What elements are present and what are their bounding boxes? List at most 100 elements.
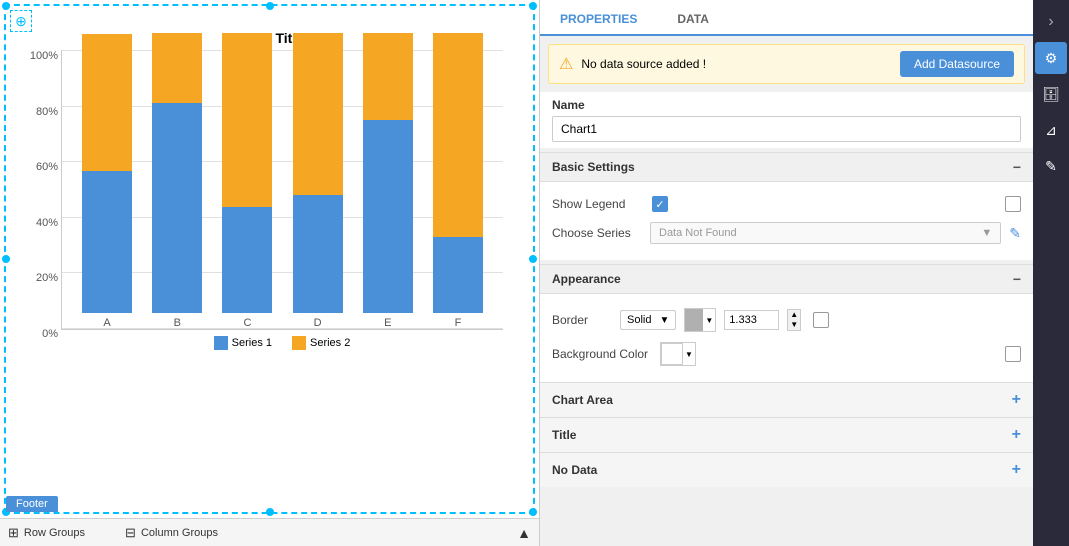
border-style-dropdown[interactable]: Solid ▼ <box>620 310 676 330</box>
bg-color-arrow: ▼ <box>683 350 695 359</box>
y-label-100: 100% <box>30 50 58 62</box>
appearance-body: Border Solid ▼ ▼ ▲ ▼ Background Color <box>540 294 1033 382</box>
bar-d-series2 <box>293 33 343 195</box>
chart-area-row[interactable]: Chart Area + <box>540 382 1033 417</box>
bar-a-series1 <box>82 171 132 313</box>
collapse-panel-btn[interactable]: › <box>1035 6 1067 38</box>
row-groups-icon: ⊞ <box>8 525 19 541</box>
spinner-up[interactable]: ▲ <box>788 310 800 320</box>
border-width-input[interactable] <box>724 310 779 330</box>
bg-color-row: Background Color ▼ <box>552 338 1021 374</box>
bar-e-series1 <box>363 120 413 313</box>
bar-c-series2 <box>222 33 272 207</box>
bottom-bar: ⊞ Row Groups ⊟ Column Groups ▲ <box>0 518 539 546</box>
x-label-b: B <box>174 317 181 329</box>
row-groups-item[interactable]: ⊞ Row Groups <box>8 525 85 541</box>
basic-settings-label: Basic Settings <box>552 160 635 174</box>
y-axis: 100% 80% 60% 40% 20% 0% <box>14 50 58 340</box>
border-color-picker[interactable]: ▼ <box>684 308 716 332</box>
stacked-bar-e <box>363 33 413 313</box>
border-checkbox[interactable] <box>813 312 829 328</box>
tab-properties[interactable]: PROPERTIES <box>540 4 657 36</box>
tab-data[interactable]: DATA <box>657 4 729 36</box>
chart-inner: A B C <box>61 50 503 330</box>
appearance-label: Appearance <box>552 272 621 286</box>
settings-edit-icon-btn[interactable]: ✎ <box>1035 150 1067 182</box>
legend-series1-color <box>214 336 228 350</box>
title-row[interactable]: Title + <box>540 417 1033 452</box>
stacked-bar-f <box>433 33 483 313</box>
tabs-header: PROPERTIES DATA <box>540 0 1033 36</box>
legend-series2-label: Series 2 <box>310 337 350 349</box>
spinner-down[interactable]: ▼ <box>788 320 800 330</box>
legend-series1-label: Series 1 <box>232 337 272 349</box>
series-dropdown[interactable]: Data Not Found ▼ <box>650 222 1001 244</box>
resize-tl[interactable] <box>2 2 10 10</box>
series-edit-icon[interactable]: ✎ <box>1009 225 1021 242</box>
chart-move-icon[interactable]: ⊕ <box>10 10 32 32</box>
no-data-expand-icon[interactable]: + <box>1012 461 1021 479</box>
y-label-80: 80% <box>36 106 58 118</box>
legend-series2: Series 2 <box>292 336 350 350</box>
warning-icon: ⚠ <box>559 54 573 74</box>
bg-color-picker[interactable]: ▼ <box>660 342 696 366</box>
choose-series-label: Choose Series <box>552 226 642 240</box>
chart-area-label: Chart Area <box>552 393 613 407</box>
properties-pane: PROPERTIES DATA ⚠ No data source added !… <box>540 0 1033 546</box>
warning-message: No data source added ! <box>581 57 706 71</box>
show-legend-checkbox2[interactable] <box>1005 196 1021 212</box>
stacked-bar-d <box>293 33 343 313</box>
row-groups-label: Row Groups <box>24 527 85 539</box>
gear-icon-btn[interactable]: ⚙ <box>1035 42 1067 74</box>
bar-group-c: C <box>212 50 282 329</box>
title-label: Title <box>552 428 576 442</box>
border-row: Border Solid ▼ ▼ ▲ ▼ <box>552 302 1021 338</box>
bg-color-checkbox[interactable] <box>1005 346 1021 362</box>
bar-d-series1 <box>293 195 343 313</box>
x-label-a: A <box>103 317 110 329</box>
show-legend-label: Show Legend <box>552 197 642 211</box>
name-section: Name <box>540 92 1033 148</box>
bar-group-b: B <box>142 50 212 329</box>
resize-tr[interactable] <box>529 2 537 10</box>
border-dropdown-arrow: ▼ <box>659 315 669 326</box>
database-icon-btn[interactable]: 🗄 <box>1035 78 1067 110</box>
x-label-e: E <box>384 317 391 329</box>
add-datasource-button[interactable]: Add Datasource <box>900 51 1014 77</box>
column-groups-icon: ⊟ <box>125 525 136 541</box>
chevron-up-icon[interactable]: ▲ <box>517 525 531 541</box>
title-expand-icon[interactable]: + <box>1012 426 1021 444</box>
appearance-toggle[interactable]: − <box>1013 271 1021 287</box>
resize-top[interactable] <box>266 2 274 10</box>
border-style-value: Solid <box>627 314 651 326</box>
basic-settings-toggle[interactable]: − <box>1013 159 1021 175</box>
bar-e-series2 <box>363 33 413 120</box>
y-label-60: 60% <box>36 161 58 173</box>
bar-f-series1 <box>433 237 483 313</box>
basic-settings-body: Show Legend ✓ Choose Series Data Not Fou… <box>540 182 1033 260</box>
stacked-bar-a <box>82 34 132 313</box>
column-groups-item[interactable]: ⊟ Column Groups <box>125 525 218 541</box>
chart-legend: Series 1 Series 2 <box>61 330 503 356</box>
name-input[interactable] <box>552 116 1021 142</box>
x-label-d: D <box>314 317 322 329</box>
chart-canvas: ⊕ Chart Title 100% 80% 60% 40% 20% 0% <box>4 4 535 514</box>
footer-tab[interactable]: Footer <box>6 496 58 512</box>
chart-area-expand-icon[interactable]: + <box>1012 391 1021 409</box>
show-legend-checkbox[interactable]: ✓ <box>652 196 668 212</box>
resize-br[interactable] <box>529 508 537 516</box>
chart-container: 100% 80% 60% 40% 20% 0% <box>6 50 533 370</box>
no-data-row[interactable]: No Data + <box>540 452 1033 487</box>
footer-label: Footer <box>6 496 58 512</box>
bar-b-series1 <box>152 103 202 313</box>
warning-left: ⚠ No data source added ! <box>559 54 706 74</box>
y-label-0: 0% <box>42 328 58 340</box>
resize-bottom[interactable] <box>266 508 274 516</box>
basic-settings-header: Basic Settings − <box>540 152 1033 182</box>
name-label: Name <box>552 98 1021 112</box>
show-legend-row: Show Legend ✓ <box>552 190 1021 218</box>
filter-icon-btn[interactable]: ⊿ <box>1035 114 1067 146</box>
y-label-20: 20% <box>36 272 58 284</box>
border-width-spinner[interactable]: ▲ ▼ <box>787 309 801 331</box>
column-groups-label: Column Groups <box>141 527 218 539</box>
